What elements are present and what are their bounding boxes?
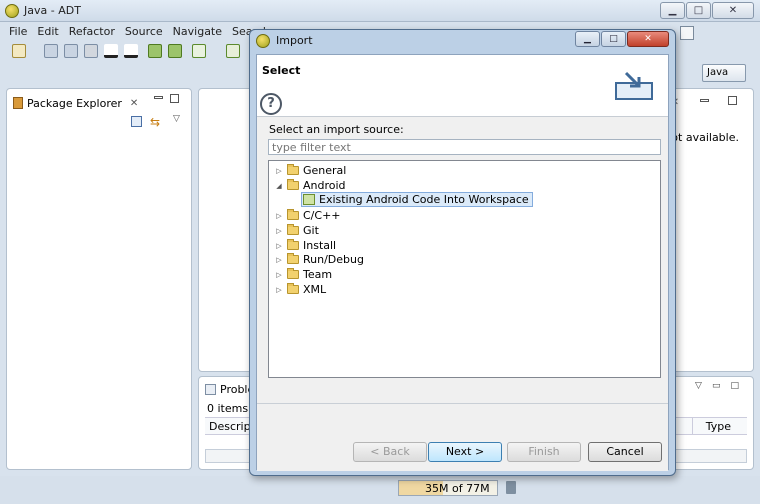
folder-icon bbox=[287, 164, 299, 175]
maximize-icon[interactable] bbox=[728, 96, 737, 105]
tree-item-general[interactable]: ▷ General bbox=[275, 163, 346, 178]
maximize-button[interactable]: □ bbox=[686, 2, 711, 19]
expand-icon[interactable]: ▷ bbox=[275, 256, 283, 264]
folder-icon bbox=[287, 209, 299, 220]
lint-icon[interactable] bbox=[192, 44, 206, 58]
expand-icon[interactable]: ▷ bbox=[275, 167, 283, 175]
import-wizard-icon bbox=[615, 71, 653, 100]
menu-source[interactable]: Source bbox=[120, 23, 168, 41]
cancel-button[interactable]: Cancel bbox=[588, 442, 662, 462]
dialog-body: Select Select an import source: ▷ Genera… bbox=[256, 54, 669, 471]
eclipse-icon bbox=[5, 4, 19, 18]
avd-manager-icon[interactable] bbox=[168, 44, 182, 58]
minimize-icon[interactable] bbox=[154, 96, 163, 99]
download-icon[interactable] bbox=[124, 44, 138, 58]
package-explorer-tab[interactable]: Package Explorer ✕ bbox=[13, 94, 138, 112]
maximize-icon[interactable]: □ bbox=[730, 381, 739, 391]
dialog-close-button[interactable]: ✕ bbox=[627, 31, 669, 47]
folder-icon bbox=[287, 253, 299, 264]
tree-item-xml[interactable]: ▷ XML bbox=[275, 282, 326, 297]
view-menu-icon[interactable]: ▽ bbox=[173, 114, 180, 124]
save-all-icon[interactable] bbox=[64, 44, 78, 58]
tree-item-git[interactable]: ▷ Git bbox=[275, 223, 319, 238]
tree-item-existing-android-code[interactable]: Existing Android Code Into Workspace bbox=[301, 192, 533, 207]
android-project-icon bbox=[303, 194, 315, 205]
expand-icon[interactable]: ▷ bbox=[275, 286, 283, 294]
next-button[interactable]: Next > bbox=[428, 442, 502, 462]
tree-item-run-debug[interactable]: ▷ Run/Debug bbox=[275, 252, 364, 267]
dialog-title-bar: Import ▁ □ ✕ bbox=[250, 30, 675, 52]
expand-icon[interactable]: ▷ bbox=[275, 242, 283, 250]
dialog-maximize-button[interactable]: □ bbox=[601, 31, 626, 47]
wizard-banner: Select bbox=[257, 55, 668, 117]
finish-button[interactable]: Finish bbox=[507, 442, 581, 462]
run-icon[interactable] bbox=[226, 44, 240, 58]
heap-status[interactable]: 35M of 77M bbox=[398, 480, 498, 496]
close-icon[interactable]: ✕ bbox=[130, 98, 138, 109]
tree-item-android[interactable]: ◢ Android bbox=[275, 178, 346, 193]
problems-tab[interactable]: Proble bbox=[205, 383, 254, 396]
menu-navigate[interactable]: Navigate bbox=[168, 23, 227, 41]
package-icon bbox=[13, 97, 23, 109]
collapse-icon[interactable]: ◢ bbox=[275, 182, 283, 190]
tree-item-team[interactable]: ▷ Team bbox=[275, 267, 332, 282]
expand-icon[interactable]: ▷ bbox=[275, 227, 283, 235]
import-source-label: Select an import source: bbox=[269, 123, 404, 136]
menu-refactor[interactable]: Refactor bbox=[64, 23, 120, 41]
close-button[interactable]: ✕ bbox=[712, 2, 754, 19]
open-perspective-icon[interactable] bbox=[680, 26, 694, 40]
back-button[interactable]: < Back bbox=[353, 442, 427, 462]
minimize-icon[interactable]: ▭ bbox=[712, 381, 721, 391]
problems-icon bbox=[205, 384, 216, 395]
eclipse-icon bbox=[256, 34, 270, 48]
minimize-button[interactable]: ▁ bbox=[660, 2, 685, 19]
folder-icon bbox=[287, 224, 299, 235]
import-source-tree: ▷ General ◢ Android Existing Android Cod… bbox=[268, 160, 661, 378]
new-icon[interactable] bbox=[12, 44, 26, 58]
tree-item-cpp[interactable]: ▷ C/C++ bbox=[275, 208, 341, 223]
dialog-minimize-button[interactable]: ▁ bbox=[575, 31, 600, 47]
package-explorer-panel: Package Explorer ✕ ⇆ ▽ bbox=[6, 88, 192, 470]
maximize-icon[interactable] bbox=[170, 94, 179, 103]
folder-icon bbox=[287, 283, 299, 294]
save-icon[interactable] bbox=[44, 44, 58, 58]
expand-icon[interactable]: ▷ bbox=[275, 271, 283, 279]
folder-icon bbox=[287, 179, 299, 190]
status-bar bbox=[0, 476, 760, 504]
problems-count: 0 items bbox=[207, 402, 249, 415]
menu-edit[interactable]: Edit bbox=[32, 23, 63, 41]
import-dialog: Import ▁ □ ✕ Select Select an import sou… bbox=[249, 29, 676, 476]
print-icon[interactable] bbox=[84, 44, 98, 58]
expand-icon[interactable]: ▷ bbox=[275, 212, 283, 220]
folder-icon bbox=[287, 239, 299, 250]
wizard-heading: Select bbox=[262, 64, 301, 77]
folder-icon bbox=[287, 268, 299, 279]
dialog-title: Import bbox=[276, 34, 313, 47]
android-sdk-icon[interactable] bbox=[148, 44, 162, 58]
link-with-editor-icon[interactable]: ⇆ bbox=[150, 115, 160, 129]
upload-icon[interactable] bbox=[104, 44, 118, 58]
help-icon[interactable]: ? bbox=[260, 93, 282, 115]
column-type[interactable]: Type bbox=[706, 420, 731, 433]
filter-input[interactable] bbox=[268, 139, 661, 155]
tree-item-install[interactable]: ▷ Install bbox=[275, 238, 336, 253]
ide-title-bar: Java - ADT ▁ □ ✕ bbox=[0, 0, 760, 22]
menu-file[interactable]: File bbox=[4, 23, 32, 41]
collapse-all-icon[interactable] bbox=[131, 116, 142, 127]
view-menu-icon[interactable]: ▽ bbox=[695, 381, 702, 391]
java-perspective-button[interactable]: Java bbox=[702, 64, 746, 82]
ide-title: Java - ADT bbox=[24, 4, 81, 17]
garbage-collect-icon[interactable] bbox=[506, 481, 516, 494]
minimize-icon[interactable] bbox=[700, 99, 709, 102]
